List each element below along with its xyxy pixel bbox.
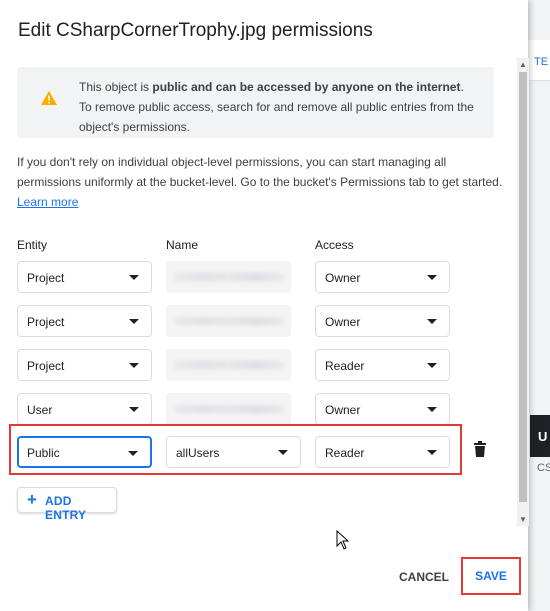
mouse-cursor-icon [336,530,350,550]
entity-column-header: Entity [17,238,48,252]
chevron-down-icon [427,363,437,368]
entity-select[interactable]: Project [17,305,152,337]
chevron-down-icon [129,363,139,368]
dialog-content: This object is public and can be accesse… [0,58,518,526]
uniform-access-info: If you don't rely on individual object-l… [17,155,503,209]
access-select[interactable]: Owner [315,261,450,293]
cancel-button[interactable]: CANCEL [392,563,456,591]
background-panel: U [530,415,550,457]
dialog-title: Edit CSharpCornerTrophy.jpg permissions [18,20,373,41]
chevron-down-icon [427,319,437,324]
entity-select[interactable]: Project [17,349,152,381]
add-entry-button[interactable]: + ADD ENTRY [17,487,117,522]
trash-icon[interactable] [473,441,487,457]
access-select-public[interactable]: Reader [315,436,450,468]
chevron-down-icon [129,275,139,280]
save-button[interactable]: SAVE [461,557,521,595]
name-redacted [166,261,291,293]
warning-icon [41,91,57,105]
name-select-allusers[interactable]: allUsers [166,436,301,468]
chevron-down-icon [129,319,139,324]
chevron-down-icon [427,450,437,455]
chevron-down-icon [278,450,288,455]
access-select[interactable]: Owner [315,393,450,425]
scroll-up-icon[interactable]: ▲ [519,60,527,69]
public-warning-banner: This object is public and can be accesse… [17,67,494,138]
entity-select-public[interactable]: Public [17,436,152,468]
background-label: CS [537,462,550,474]
chevron-down-icon [427,407,437,412]
chevron-down-icon [128,451,138,456]
access-select[interactable]: Owner [315,305,450,337]
name-redacted [166,305,291,337]
scroll-down-icon[interactable]: ▼ [519,515,527,524]
learn-more-link[interactable]: Learn more [17,195,78,209]
background-page [528,0,550,611]
warning-text: This object is public and can be accesse… [79,80,474,134]
dialog-scrollbar[interactable]: ▲ ▼ [517,58,529,526]
entity-select[interactable]: Project [17,261,152,293]
name-column-header: Name [166,238,199,252]
name-redacted [166,349,291,381]
entity-select[interactable]: User [17,393,152,425]
permissions-dialog: Edit CSharpCornerTrophy.jpg permissions … [0,0,529,611]
chevron-down-icon [427,275,437,280]
plus-icon: + [27,490,37,509]
background-tab: TE [528,40,550,81]
name-redacted [166,393,291,425]
access-column-header: Access [315,238,354,252]
access-select[interactable]: Reader [315,349,450,381]
chevron-down-icon [129,407,139,412]
scrollbar-thumb[interactable] [519,72,527,502]
